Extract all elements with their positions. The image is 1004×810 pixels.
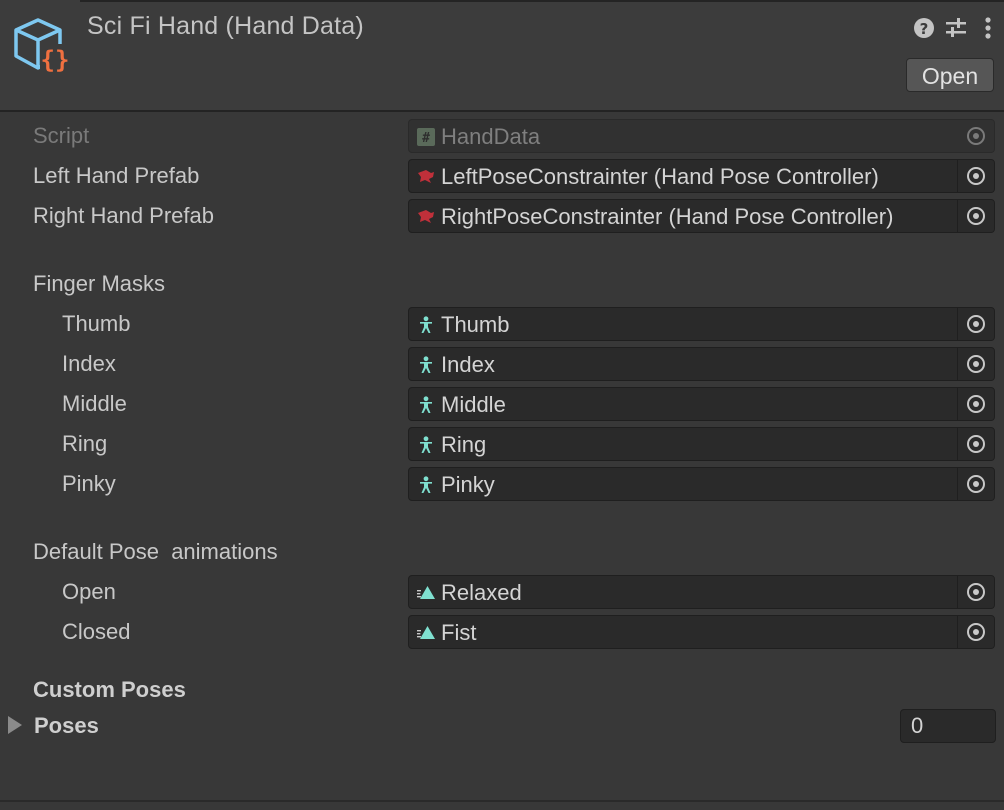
svg-text:?: ? [920,20,929,38]
object-picker-icon [967,167,985,185]
middle-mask-field[interactable]: Middle [408,387,995,421]
help-icon[interactable]: ? [912,15,936,41]
animation-clip-icon [417,586,435,599]
thumb-label: Thumb [62,311,131,336]
bottom-divider [0,800,1004,802]
object-picker-icon [967,435,985,453]
ring-mask-value: Ring [441,432,487,457]
middle-label: Middle [62,391,127,416]
closed-pose-picker[interactable] [957,616,994,648]
object-picker-icon [967,475,985,493]
animation-clip-icon [417,626,435,639]
svg-text:#: # [422,131,430,146]
avatar-mask-icon [420,476,432,493]
left-hand-prefab-label: Left Hand Prefab [33,163,200,188]
pinky-mask-value: Pinky [441,472,495,497]
index-mask-field[interactable]: Index [408,347,995,381]
avatar-mask-icon [420,396,432,413]
custom-poses-heading: Custom Poses [33,677,186,702]
right-hand-prefab-value: RightPoseConstrainter (Hand Pose Control… [441,204,894,229]
script-field: # HandData [408,119,995,153]
pinky-mask-field[interactable]: Pinky [408,467,995,501]
middle-mask-picker[interactable] [957,388,994,420]
thumb-mask-field[interactable]: Thumb [408,307,995,341]
prefab-component-icon [418,210,434,223]
left-hand-prefab-value: LeftPoseConstrainter (Hand Pose Controll… [441,164,879,189]
object-picker-icon [967,315,985,333]
right-hand-prefab-picker[interactable] [957,200,994,232]
inspector-panel: {} Sci Fi Hand (Hand Data) ? Open Script… [0,0,1004,810]
ring-label: Ring [62,431,108,456]
pinky-mask-picker[interactable] [957,468,994,500]
open-pose-value: Relaxed [441,580,522,605]
index-mask-value: Index [441,352,495,377]
ring-mask-picker[interactable] [957,428,994,460]
default-pose-heading: Default Pose animations [33,539,278,564]
svg-text:{}: {} [41,46,70,74]
right-hand-prefab-label: Right Hand Prefab [33,203,214,228]
settings-sliders-icon[interactable] [944,15,968,41]
more-vertical-icon[interactable] [976,15,1000,41]
avatar-mask-icon [420,436,432,453]
page-title: Sci Fi Hand (Hand Data) [87,12,364,40]
object-picker-icon [967,583,985,601]
finger-masks-heading: Finger Masks [33,271,166,296]
index-label: Index [62,351,116,376]
right-hand-prefab-field[interactable]: RightPoseConstrainter (Hand Pose Control… [408,199,995,233]
ring-mask-field[interactable]: Ring [408,427,995,461]
left-hand-prefab-field[interactable]: LeftPoseConstrainter (Hand Pose Controll… [408,159,995,193]
script-label: Script [33,123,90,148]
open-button[interactable]: Open [906,58,994,92]
script-picker [958,120,994,152]
open-pose-picker[interactable] [957,576,994,608]
foldout-arrow-icon[interactable] [8,716,22,734]
middle-mask-value: Middle [441,392,506,417]
thumb-mask-picker[interactable] [957,308,994,340]
avatar-mask-icon [420,356,432,373]
thumb-mask-value: Thumb [441,312,510,337]
avatar-mask-icon [420,316,432,333]
index-mask-picker[interactable] [957,348,994,380]
closed-pose-label: Closed [62,619,131,644]
open-pose-label: Open [62,579,116,604]
object-picker-icon [967,207,985,225]
pinky-label: Pinky [62,471,116,496]
object-picker-icon [967,623,985,641]
object-picker-icon [967,355,985,373]
object-picker-icon [967,127,985,145]
script-value: HandData [441,124,541,149]
cs-script-icon: # [417,128,435,146]
closed-pose-field[interactable]: Fist [408,615,995,649]
poses-count-field[interactable]: 0 [900,709,996,743]
left-hand-prefab-picker[interactable] [957,160,994,192]
scriptable-object-icon: {} [14,18,70,74]
open-pose-field[interactable]: Relaxed [408,575,995,609]
prefab-component-icon [418,170,434,183]
poses-foldout-label[interactable]: Poses [34,712,99,740]
closed-pose-value: Fist [441,620,477,645]
header-divider [80,0,1004,2]
object-picker-icon [967,395,985,413]
inspector-header: {} Sci Fi Hand (Hand Data) ? Open [0,0,1004,112]
